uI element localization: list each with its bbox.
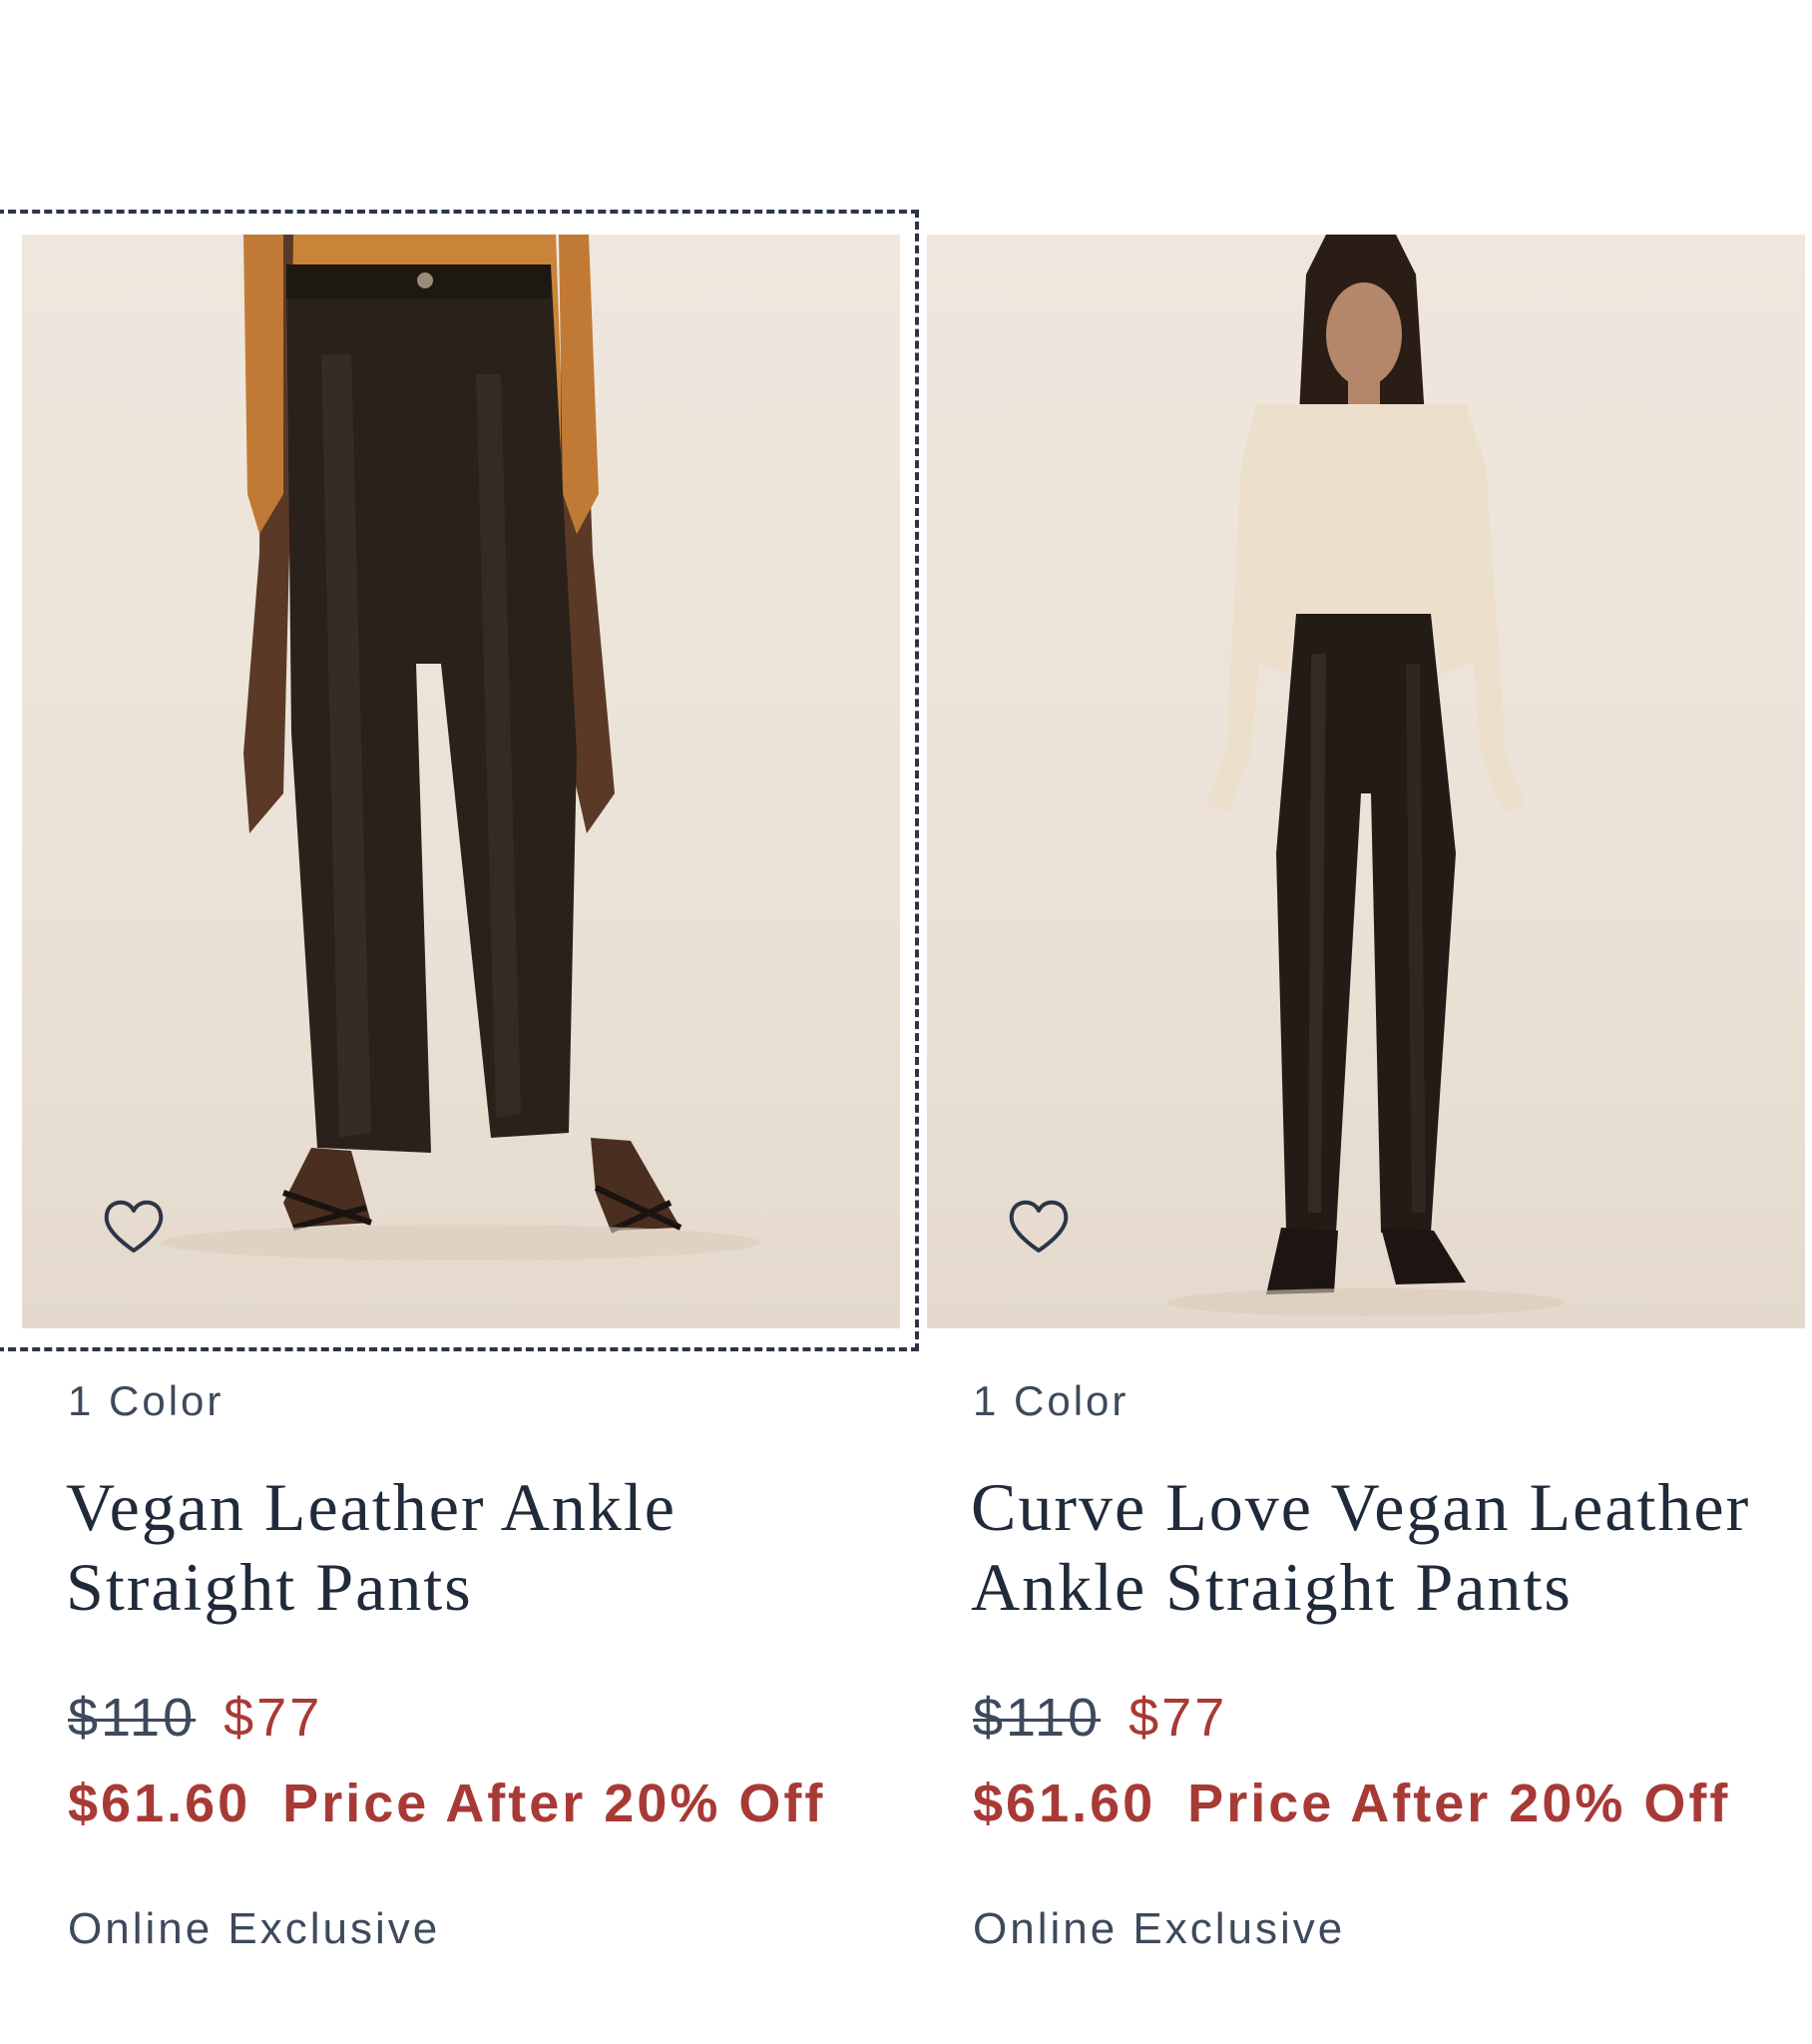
promo-row: $61.60 Price After 20% Off [973,1773,1730,1834]
heart-icon[interactable] [102,1197,166,1257]
price-row: $110 $77 [68,1687,322,1749]
product-card: 1 Color Curve Love Vegan Leather Ankle S… [905,0,1805,2044]
original-price: $110 [973,1688,1102,1748]
sale-price: $77 [1129,1688,1228,1748]
product-photo [162,235,760,1261]
product-title[interactable]: Curve Love Vegan Leather Ankle Straight … [971,1467,1769,1627]
promo-price: $61.60 [68,1774,251,1833]
promo-label: Price After 20% Off [282,1774,826,1833]
promo-label: Price After 20% Off [1187,1774,1731,1833]
promo-row: $61.60 Price After 20% Off [68,1773,825,1834]
product-grid: 1 Color Vegan Leather Ankle Straight Pan… [0,0,1812,2044]
product-photo [1166,235,1566,1316]
product-image-link[interactable] [927,235,1805,1328]
color-count: 1 Color [68,1377,225,1424]
price-row: $110 $77 [973,1687,1227,1749]
product-title[interactable]: Vegan Leather Ankle Straight Pants [66,1467,864,1627]
color-count: 1 Color [973,1377,1130,1424]
promo-price: $61.60 [973,1774,1156,1833]
original-price: $110 [68,1688,197,1748]
product-image-link[interactable] [22,235,900,1328]
online-exclusive-badge: Online Exclusive [68,1904,441,1953]
sale-price: $77 [224,1688,323,1748]
product-card: 1 Color Vegan Leather Ankle Straight Pan… [0,0,919,2044]
heart-icon[interactable] [1007,1197,1071,1257]
online-exclusive-badge: Online Exclusive [973,1904,1346,1953]
